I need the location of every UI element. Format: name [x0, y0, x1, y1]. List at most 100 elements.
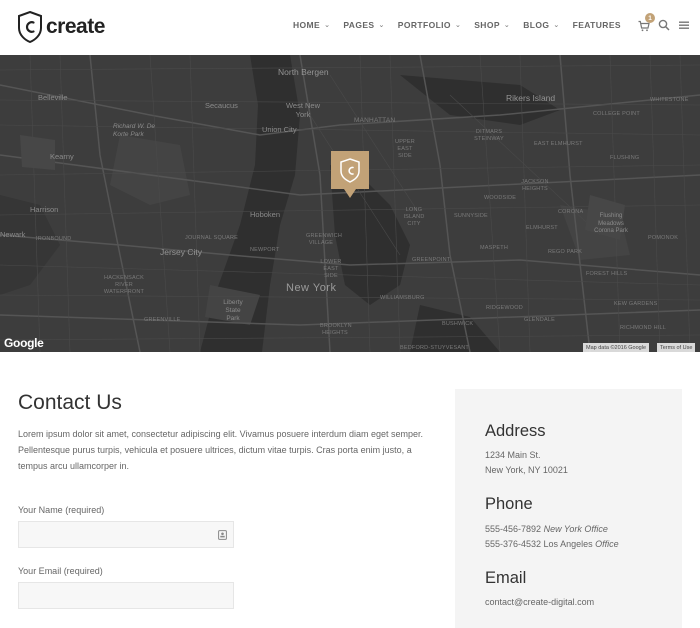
map-label: DITMARS STEINWAY: [474, 129, 504, 142]
map-label: IRONBOUND: [36, 236, 72, 242]
map-label: West New York: [285, 101, 321, 119]
map-label: GREENWICH VILLAGE: [306, 233, 343, 246]
email-label: Your Email (required): [18, 566, 103, 576]
map-label: Secaucus: [205, 101, 238, 110]
map-label: FOREST HILLS: [586, 271, 628, 277]
address-title: Address: [485, 422, 546, 440]
chevron-down-icon: ⌄: [454, 22, 462, 29]
map-label: JACKSON HEIGHTS: [521, 179, 549, 192]
nav-home-label: HOME: [292, 20, 321, 30]
phone-la-label: Office: [595, 539, 619, 549]
phone-ny-number: 555-456-7892: [485, 524, 542, 534]
map-label: FLUSHING: [610, 155, 640, 161]
phone-la: 555-376-4532 Los Angeles Office: [485, 539, 619, 549]
cart-button[interactable]: 1: [638, 13, 655, 32]
phone-title: Phone: [485, 495, 533, 513]
phone-la-number: 555-376-4532 Los Angeles: [485, 539, 593, 549]
name-field[interactable]: [18, 521, 234, 548]
nav-blog[interactable]: BLOG ⌄: [523, 20, 559, 30]
contact-card-icon[interactable]: [218, 530, 227, 540]
email-field[interactable]: [18, 582, 234, 609]
map-label: SUNNYSIDE: [454, 213, 488, 219]
map-label: North Bergen: [278, 67, 329, 77]
map-label: REGO PARK: [548, 249, 583, 255]
map-label: COLLEGE POINT: [593, 111, 640, 117]
name-label: Your Name (required): [18, 505, 105, 515]
email-title: Email: [485, 569, 527, 587]
map-label: Kearny: [50, 152, 74, 161]
contact-title: Contact Us: [18, 391, 122, 414]
map-label: WILLIAMSBURG: [380, 295, 425, 301]
main-nav: HOME ⌄ PAGES ⌄ PORTFOLIO ⌄ SHOP ⌄ BLOG ⌄ FEAT…: [280, 13, 690, 32]
chevron-down-icon: ⌄: [324, 22, 331, 29]
map-label: KEW GARDENS: [614, 301, 658, 307]
map-label: JOURNAL SQUARE: [185, 235, 239, 241]
map-label: GLENDALE: [524, 317, 555, 323]
nav-pages-label: PAGES: [343, 20, 375, 30]
map-label: BUSHWICK: [442, 321, 474, 327]
map-label: HACKENSACK RIVER WATERFRONT: [103, 275, 145, 295]
map-label: Richard W. De Korte Park: [113, 123, 156, 138]
map-label: MANHATTAN: [354, 117, 396, 124]
map-label: WOODSIDE: [484, 195, 517, 201]
map-label: NEWPORT: [250, 247, 280, 253]
nav-features-label: FEATURES: [572, 20, 621, 30]
map-label: EAST ELMHURST: [534, 141, 583, 147]
map-label: GREENPOINT: [412, 257, 451, 263]
map-label: ELMHURST: [526, 225, 558, 231]
phone-ny: 555-456-7892 New York Office: [485, 524, 608, 534]
map-label: UPPER EAST SIDE: [395, 139, 415, 159]
map-label: GREENVILLE: [144, 317, 181, 323]
chevron-down-icon: ⌄: [503, 22, 511, 29]
chevron-down-icon: ⌄: [553, 22, 560, 29]
map-label: Belleville: [38, 93, 68, 102]
map-label: MASPETH: [480, 245, 508, 251]
map-label: LOWER EAST SIDE: [320, 259, 342, 279]
map-label: BEDFORD-STUYVESANT: [400, 345, 469, 351]
map-label: Flushing Meadows Corona Park: [594, 213, 628, 234]
contact-description: Lorem ipsum dolor sit amet, consectetur …: [18, 429, 424, 471]
map-data-credit: Map data ©2016 Google: [583, 343, 650, 352]
map-label: LONG ISLAND CITY: [403, 207, 425, 227]
map-label: Rikers Island: [506, 93, 556, 103]
map-label: Harrison: [30, 205, 59, 214]
map-label: Hoboken: [250, 210, 281, 219]
map-streets: [0, 55, 700, 352]
logo[interactable]: create: [18, 10, 105, 44]
nav-portfolio[interactable]: PORTFOLIO ⌄: [398, 20, 461, 30]
terms-link[interactable]: Terms of Use: [657, 343, 696, 352]
map-label: CORONA: [558, 209, 584, 215]
location-pin-icon[interactable]: [331, 151, 369, 202]
search-icon[interactable]: [658, 19, 670, 31]
map-label: Union City: [262, 125, 297, 134]
location-map[interactable]: North Bergen Rikers Island WHITESTONE Be…: [0, 55, 700, 352]
map-label: New York: [286, 282, 337, 294]
map-label: Liberty State Park: [223, 299, 243, 322]
nav-home[interactable]: HOME ⌄: [293, 20, 330, 30]
map-label: Newark: [0, 230, 26, 239]
map-label: RICHMOND HILL: [620, 325, 666, 331]
site-header: create HOME ⌄ PAGES ⌄ PORTFOLIO ⌄ SHOP ⌄ BLO…: [0, 0, 700, 55]
nav-shop[interactable]: SHOP ⌄: [474, 20, 510, 30]
map-label: RIDGEWOOD: [486, 305, 523, 311]
map-label: POMONOK: [648, 235, 679, 241]
nav-blog-label: BLOG: [523, 20, 550, 30]
address-line1: 1234 Main St.: [485, 450, 541, 460]
nav-shop-label: SHOP: [474, 20, 500, 30]
map-label: Jersey City: [160, 247, 203, 257]
cart-count-badge: 1: [645, 13, 655, 23]
nav-features[interactable]: FEATURES: [573, 20, 621, 30]
chevron-down-icon: ⌄: [378, 22, 385, 29]
map-label: BROOKLYN HEIGHTS: [320, 323, 352, 336]
brand-name: create: [46, 15, 105, 38]
email-address[interactable]: contact@create-digital.com: [485, 597, 594, 607]
shield-logo-icon: [18, 11, 42, 43]
address-line2: New York, NY 10021: [485, 465, 568, 475]
nav-pages[interactable]: PAGES ⌄: [343, 20, 384, 30]
phone-ny-label: New York Office: [543, 524, 608, 534]
nav-portfolio-label: PORTFOLIO: [397, 20, 451, 30]
google-logo: Google: [4, 336, 44, 350]
contact-info-panel: Address 1234 Main St. New York, NY 10021…: [455, 389, 682, 628]
map-label: WHITESTONE: [650, 97, 689, 103]
menu-icon[interactable]: [678, 19, 690, 31]
